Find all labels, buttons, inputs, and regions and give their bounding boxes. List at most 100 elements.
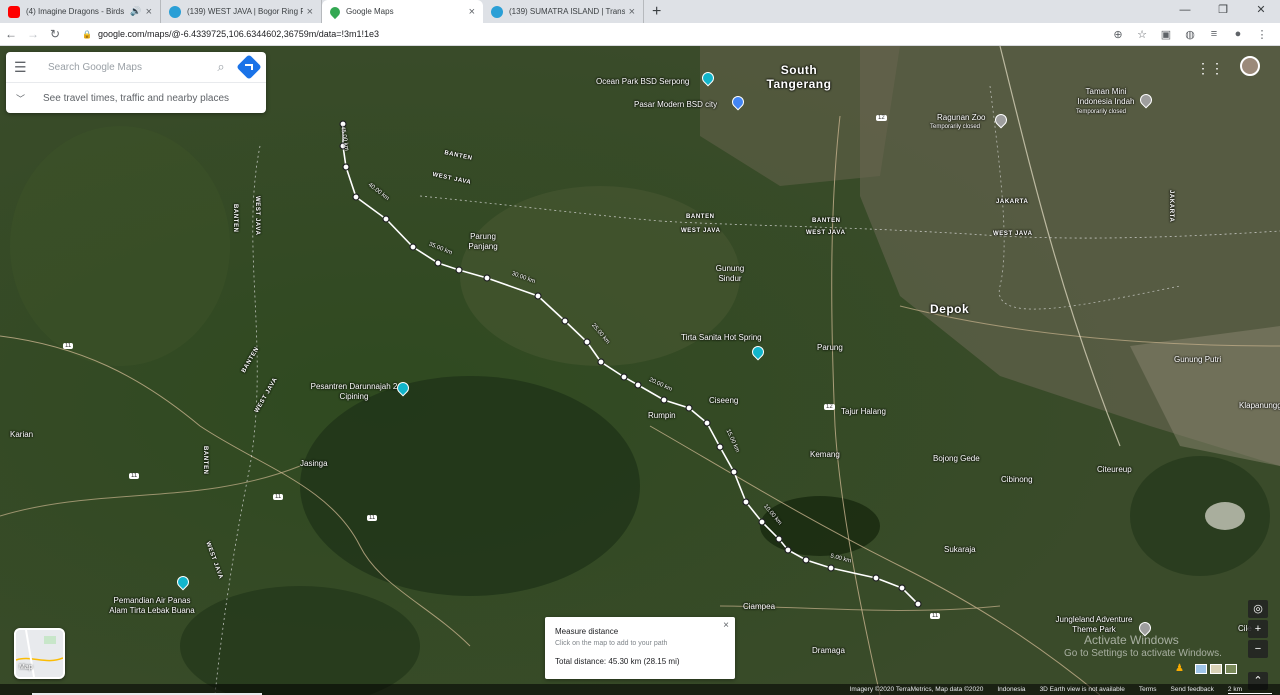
forward-icon[interactable]: → <box>22 27 44 41</box>
pegman-icon[interactable]: ♟ <box>1175 663 1184 674</box>
place-label: Pemandian Air Panas Alam Tirta Lebak Bua… <box>109 596 195 615</box>
place-label: Karian <box>10 430 34 439</box>
new-tab-button[interactable]: + <box>644 0 669 23</box>
tab-google-maps[interactable]: Google Maps × <box>322 0 483 23</box>
youtube-icon <box>8 5 20 18</box>
road-shield: 11 <box>129 473 140 479</box>
address-bar[interactable]: 🔒 google.com/maps/@-6.4339725,106.634460… <box>72 24 1100 44</box>
region-label: JAKARTA <box>996 199 1029 205</box>
windows-watermark: Activate Windows Go to Settings to activ… <box>1064 634 1222 660</box>
apps-grid-icon[interactable]: ⋮⋮ <box>1196 60 1224 77</box>
search-input[interactable]: Search Google Maps <box>38 62 208 73</box>
tab-west-java[interactable]: (139) WEST JAVA | Bogor Ring Ro × <box>161 0 322 23</box>
place-label: Rumpin <box>648 411 676 420</box>
region-label: WEST JAVA <box>681 228 721 234</box>
reload-icon[interactable]: ↻ <box>44 27 66 41</box>
account-avatar[interactable] <box>1240 56 1260 76</box>
place-label: Kemang <box>810 450 840 459</box>
translate-icon[interactable]: ◍ <box>1178 28 1202 41</box>
place-label: Temporarily closed <box>1076 109 1127 115</box>
bookmark-star-icon[interactable]: ☆ <box>1130 28 1154 41</box>
place-label: Parung Panjang <box>468 232 498 251</box>
search-icon[interactable]: ⌕ <box>208 59 234 75</box>
place-label: Cibinong <box>1001 475 1033 484</box>
place-label: South Tangerang <box>766 63 832 91</box>
close-tab-icon[interactable]: × <box>146 6 152 18</box>
place-label: Ragunan Zoo <box>937 113 986 122</box>
earth-notice: 3D Earth view is not available <box>1039 686 1125 693</box>
tab-sumatra-island[interactable]: (139) SUMATRA ISLAND | Trans S × <box>483 0 644 23</box>
browser-tab-bar: (4) Imagine Dragons - Birds | 🔊 × (139) … <box>0 0 1280 23</box>
scale-bar[interactable]: 2 km <box>1227 686 1272 694</box>
place-label: Temporarily closed <box>930 124 981 130</box>
layer-label: Map <box>19 664 33 671</box>
restore-icon[interactable]: ❐ <box>1204 0 1242 23</box>
zoom-in-button[interactable]: + <box>1248 620 1268 638</box>
place-label: Pasar Modern BSD city <box>634 100 718 109</box>
close-tab-icon[interactable]: × <box>629 6 635 18</box>
place-label: Parung <box>817 343 843 352</box>
place-label: Pesantren Darunnajah 2 Cipining <box>310 382 398 401</box>
hamburger-menu-icon[interactable]: ☰ <box>14 59 38 76</box>
tab-imagine-dragons[interactable]: (4) Imagine Dragons - Birds | 🔊 × <box>0 0 161 23</box>
measure-title: Measure distance <box>555 627 619 636</box>
search-panel: ☰ Search Google Maps ⌕ ﹀ See travel time… <box>6 52 266 113</box>
chevron-down-icon: ﹀ <box>16 93 26 104</box>
map-controls: ◎ + − ⌃ <box>1248 600 1268 692</box>
menu-dots-icon[interactable]: ⋮ <box>1250 28 1274 41</box>
directions-icon[interactable] <box>236 54 262 80</box>
browser-toolbar: ← → ↻ 🔒 google.com/maps/@-6.4339725,106.… <box>0 23 1280 46</box>
satellite-map[interactable]: 45.00 km 40.00 km 35.00 km 30.00 km 25.0… <box>0 46 1280 695</box>
speaker-icon[interactable]: 🔊 <box>130 6 141 17</box>
road-shield: 11 <box>63 343 74 349</box>
place-label: Tirta Sanita Hot Spring <box>681 333 762 342</box>
map-layer-toggle[interactable]: Map <box>14 628 65 679</box>
profile-avatar-icon[interactable]: ● <box>1226 28 1250 40</box>
place-label: Jasinga <box>300 459 328 468</box>
imagery-thumb[interactable] <box>1195 664 1207 674</box>
measure-distance-card: Measure distance Click on the map to add… <box>545 617 735 679</box>
zoom-out-button[interactable]: − <box>1248 640 1268 658</box>
maps-pin-icon <box>327 4 343 19</box>
imagery-credit: Imagery ©2020 TerraMetrics, Map data ©20… <box>849 686 984 693</box>
region-label: WEST JAVA <box>254 196 260 236</box>
place-label: Bojong Gede <box>933 454 980 463</box>
globe-icon <box>169 5 181 18</box>
imagery-thumb[interactable] <box>1225 664 1237 674</box>
tab-title: Google Maps <box>346 7 394 16</box>
measure-total: Total distance: 45.30 km (28.15 mi) <box>555 657 680 666</box>
region-label: BANTEN <box>202 446 208 475</box>
place-label: Taman Mini Indonesia Indah <box>1077 87 1135 106</box>
region-label: WEST JAVA <box>806 230 846 236</box>
close-tab-icon[interactable]: × <box>307 6 313 18</box>
my-location-icon[interactable]: ◎ <box>1248 600 1268 618</box>
region-link[interactable]: Indonesia <box>997 686 1025 693</box>
imagery-thumb[interactable] <box>1210 664 1222 674</box>
road-shield: 11 <box>273 494 284 500</box>
travel-times-text: See travel times, traffic and nearby pla… <box>43 92 230 104</box>
watermark-line: Activate Windows <box>1084 633 1179 647</box>
region-label: WEST JAVA <box>993 231 1033 237</box>
travel-times-row[interactable]: ﹀ See travel times, traffic and nearby p… <box>6 83 266 113</box>
place-label: Klapanunggal <box>1239 401 1280 410</box>
road-shield: 11 <box>930 613 941 619</box>
back-icon[interactable]: ← <box>0 27 22 41</box>
close-tab-icon[interactable]: × <box>469 6 475 18</box>
location-icon[interactable]: ⊕ <box>1106 28 1130 41</box>
extension-icon[interactable]: ▣ <box>1154 28 1178 41</box>
reading-list-icon[interactable]: ≡ <box>1202 28 1226 40</box>
feedback-link[interactable]: Send feedback <box>1171 686 1214 693</box>
imagery-thumbnails <box>1195 662 1240 676</box>
url-text: google.com/maps/@-6.4339725,106.6344602,… <box>97 29 380 39</box>
road-shield: 12 <box>876 115 887 121</box>
watermark-line: Go to Settings to activate Windows. <box>1064 648 1222 659</box>
close-icon[interactable]: × <box>723 620 729 631</box>
lock-icon[interactable]: 🔒 <box>82 30 92 39</box>
terms-link[interactable]: Terms <box>1139 686 1157 693</box>
tab-title: (139) SUMATRA ISLAND | Trans S <box>509 7 625 16</box>
globe-icon <box>491 5 503 18</box>
measure-hint: Click on the map to add to your path <box>555 640 668 647</box>
minimize-icon[interactable]: — <box>1166 0 1204 23</box>
place-label: Depok <box>930 302 970 316</box>
close-window-icon[interactable]: ✕ <box>1242 0 1280 23</box>
